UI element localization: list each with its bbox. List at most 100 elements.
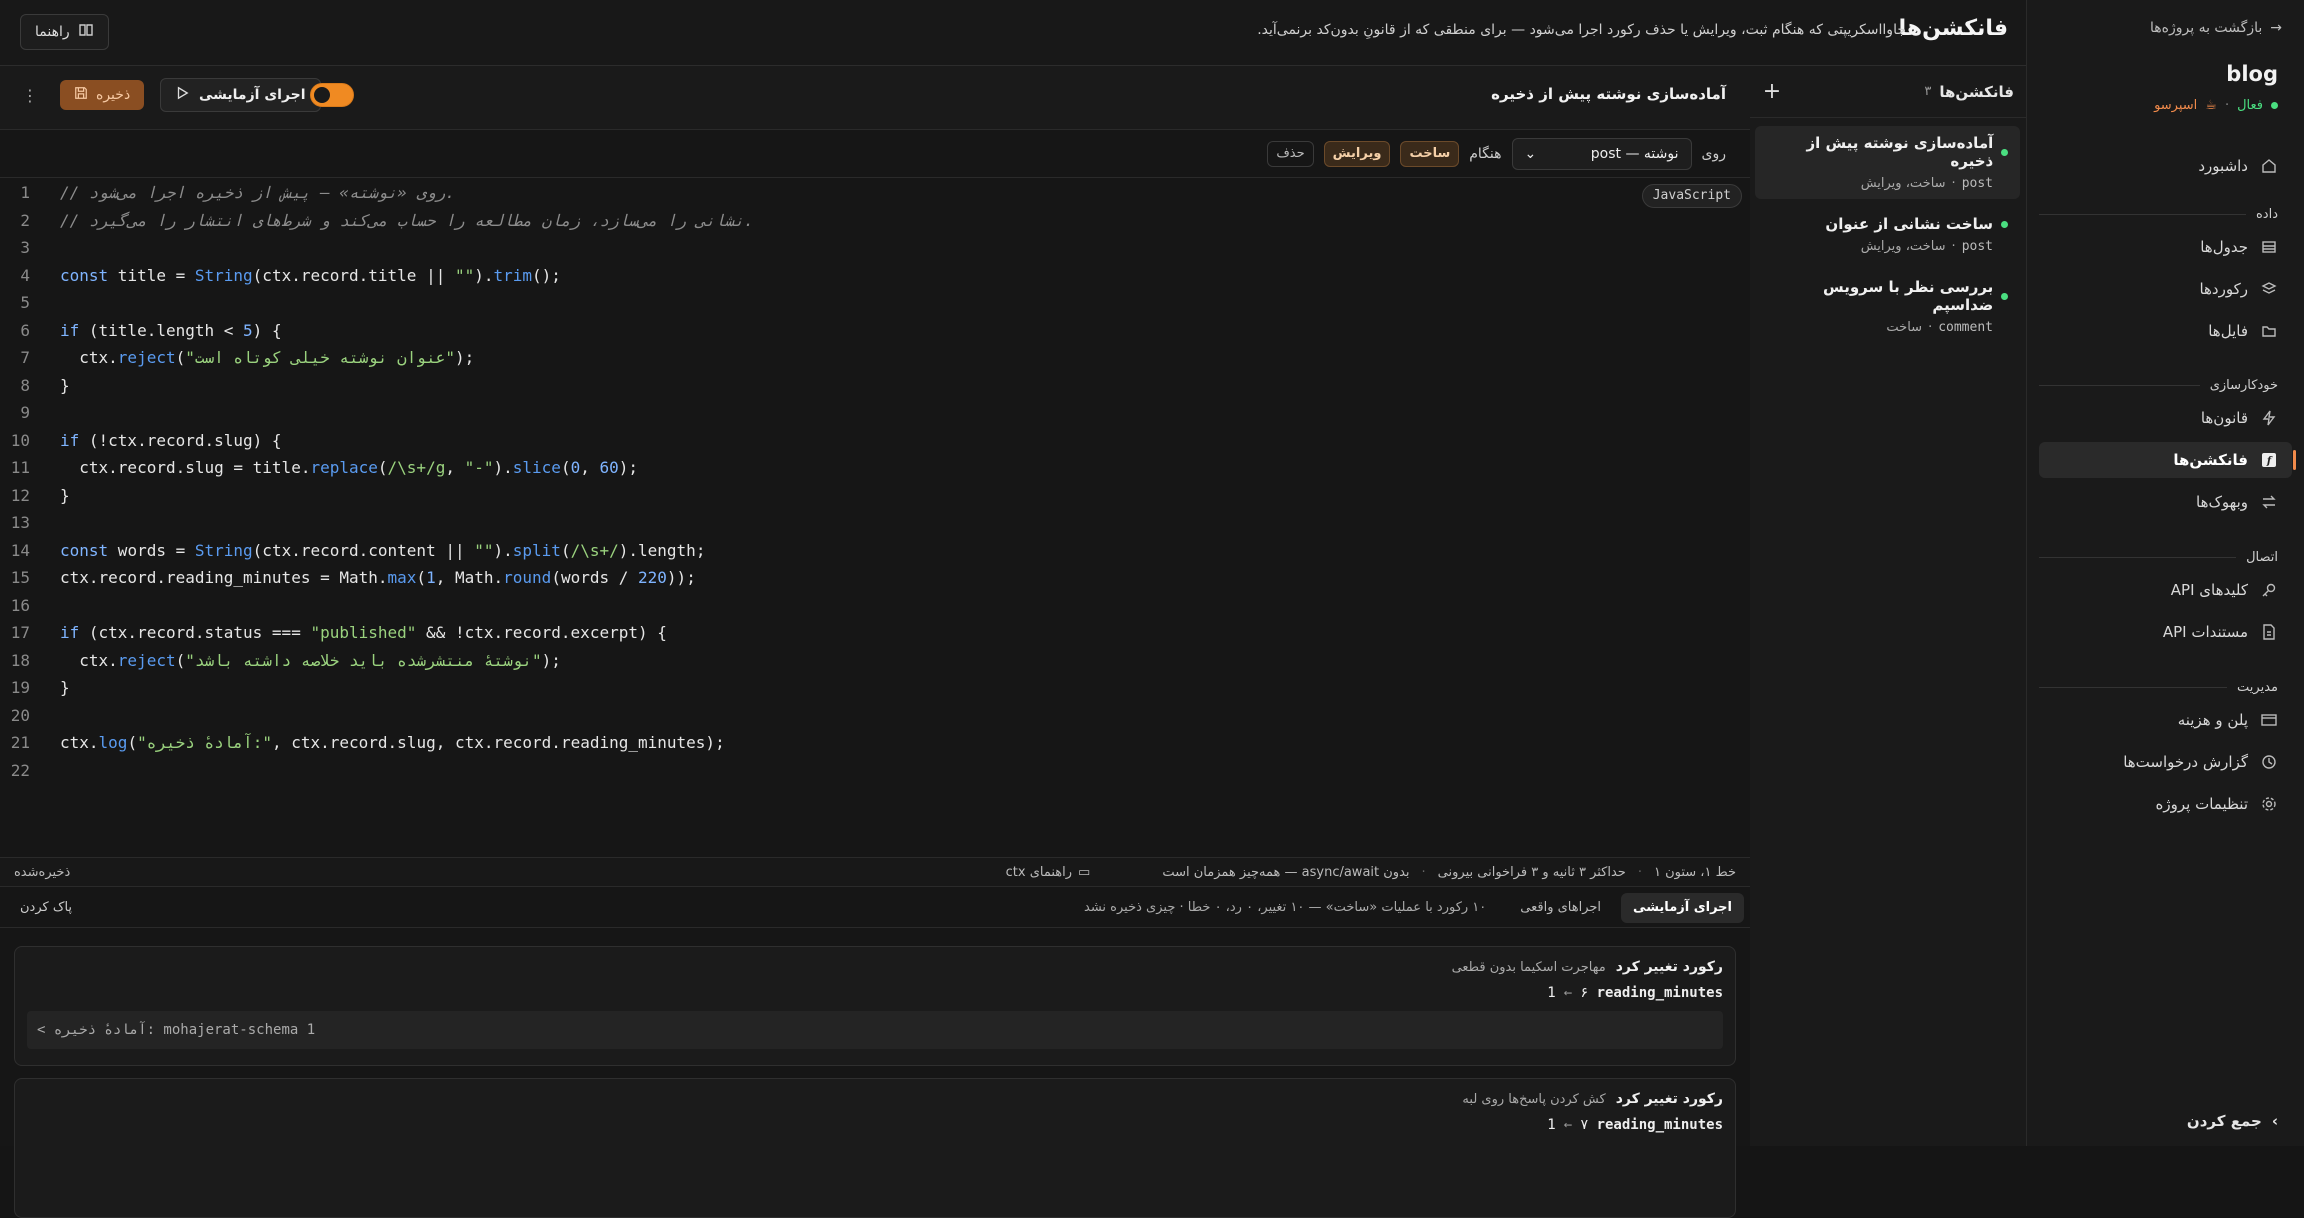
function-list-item[interactable]: آماده‌سازی نوشته پیش از ذخیره post·ساخت،… <box>1755 126 2020 199</box>
code-line[interactable]: 8} <box>0 372 70 400</box>
nav-data-group: داده جدول‌ها رکوردها فایل‌ها <box>2039 199 2292 349</box>
table-select[interactable]: نوشته — post⌄ <box>1512 138 1692 170</box>
card-icon <box>2260 711 2278 729</box>
book-icon: ▭ <box>1078 865 1090 880</box>
tab-test-run[interactable]: اجرای آزمایشی <box>1621 893 1744 923</box>
functions-count-badge: ۳ <box>1924 84 1931 99</box>
sidebar-item-label: جدول‌ها <box>2200 238 2248 256</box>
code-line[interactable]: 20 <box>0 702 60 730</box>
sidebar-item-project-settings[interactable]: تنظیمات پروژه <box>2039 786 2292 822</box>
code-line[interactable]: 10if (!ctx.record.slug) { <box>0 427 282 455</box>
add-function-button[interactable]: + <box>1761 79 1783 104</box>
event-delete-chip[interactable]: حذف <box>1267 141 1313 167</box>
sidebar-item-dashboard[interactable]: داشبورد <box>2039 148 2292 184</box>
code-line[interactable]: 12} <box>0 482 70 510</box>
event-edit-chip[interactable]: ویرایش <box>1324 141 1391 167</box>
code-line[interactable]: 4const title = String(ctx.record.title |… <box>0 262 561 290</box>
trigger-settings: روی نوشته — post⌄ هنگام ساخت ویرایش حذف <box>0 130 1750 178</box>
sidebar-item-records[interactable]: رکوردها <box>2039 271 2292 307</box>
line-number: 7 <box>0 344 42 372</box>
code-line[interactable]: 15ctx.record.reading_minutes = Math.max(… <box>0 564 696 592</box>
line-number: 4 <box>0 262 42 290</box>
bolt-icon <box>2260 409 2278 427</box>
sidebar-item-rules[interactable]: قانون‌ها <box>2039 400 2292 436</box>
guide-button[interactable]: راهنما <box>20 14 109 50</box>
sidebar-item-request-logs[interactable]: گزارش درخواست‌ها <box>2039 744 2292 780</box>
result-card-title: رکورد تغییر کرد <box>1616 959 1723 975</box>
code-editor[interactable]: JavaScript 1// روی «نوشته» — پیش از ذخیر… <box>0 179 1750 851</box>
sidebar: → بازگشت به پروژه‌ها blog فعال · ☕ اسپرس… <box>2026 0 2304 1146</box>
nav-section-heading: مدیریت <box>2039 672 2292 702</box>
results-tabs: اجرای آزمایشی اجراهای واقعی ۱۰ رکورد با … <box>0 888 1750 928</box>
code-line[interactable]: 18 ctx.reject("نوشتهٔ منتشرشده باید خلاص… <box>0 647 561 675</box>
result-card: رکورد تغییر کردمهاجرت اسکیما بدون قطعی 1… <box>14 946 1736 1066</box>
code-line[interactable]: 1// روی «نوشته» — پیش از ذخیره اجرا می‌ش… <box>0 179 455 207</box>
sidebar-item-functions[interactable]: fفانکشن‌ها <box>2039 442 2292 478</box>
line-number: 9 <box>0 399 42 427</box>
page-header: فانکشن‌ها جاوااسکریپتی که هنگام ثبت، ویر… <box>0 0 2026 66</box>
nav-admin-group: مدیریت پلن و هزینه گزارش درخواست‌ها تنظی… <box>2039 672 2292 822</box>
line-number: 17 <box>0 619 42 647</box>
code-line[interactable]: 17if (ctx.record.status === "published" … <box>0 619 667 647</box>
code-line[interactable]: 11 ctx.record.slug = title.replace(/\s+/… <box>0 454 638 482</box>
sidebar-item-api-keys[interactable]: کلیدهای API <box>2039 572 2292 608</box>
back-to-projects-link[interactable]: → بازگشت به پروژه‌ها <box>2150 20 2282 36</box>
more-menu-icon[interactable]: ⋮ <box>22 86 38 105</box>
arrows-icon <box>2260 493 2278 511</box>
editor-toolbar: آماده‌سازی نوشته پیش از ذخیره ⋮ ذخیره اج… <box>0 66 1750 130</box>
plan-label: اسپرسو <box>2154 98 2197 113</box>
code-line[interactable]: 13 <box>0 509 60 537</box>
field-change: 1←۶reading_minutes <box>15 975 1735 1001</box>
code-line[interactable]: 22 <box>0 757 60 785</box>
sidebar-item-api-docs[interactable]: مستندات API <box>2039 614 2292 650</box>
function-table: post <box>1962 176 1993 191</box>
line-number: 16 <box>0 592 42 620</box>
test-run-button[interactable]: اجرای آزمایشی <box>160 78 321 112</box>
line-number: 12 <box>0 482 42 510</box>
clear-results-button[interactable]: پاک کردن <box>6 900 72 915</box>
code-line[interactable]: 3 <box>0 234 60 262</box>
sidebar-item-label: قانون‌ها <box>2201 409 2248 427</box>
status-label: فعال <box>2237 98 2263 113</box>
code-line[interactable]: 9 <box>0 399 60 427</box>
save-button[interactable]: ذخیره <box>60 80 144 110</box>
line-number: 10 <box>0 427 42 455</box>
sidebar-item-billing[interactable]: پلن و هزینه <box>2039 702 2292 738</box>
nav-section-heading: داده <box>2039 199 2292 229</box>
code-line[interactable]: 19} <box>0 674 70 702</box>
project-status: فعال · ☕ اسپرسو <box>2154 98 2278 113</box>
saved-status: ذخیره‌شده <box>14 865 70 880</box>
code-line[interactable]: 14const words = String(ctx.record.conten… <box>0 537 705 565</box>
code-line[interactable]: 21ctx.log("آمادهٔ ذخیره:", ctx.record.sl… <box>0 729 725 757</box>
table-select-value: نوشته — post <box>1591 146 1679 162</box>
home-icon <box>2260 157 2278 175</box>
result-card-title: رکورد تغییر کرد <box>1616 1091 1723 1107</box>
sidebar-item-files[interactable]: فایل‌ها <box>2039 313 2292 349</box>
code-line[interactable]: 7 ctx.reject("عنوان نوشته خیلی کوتاه است… <box>0 344 474 372</box>
collapse-sidebar-button[interactable]: › جمع کردن <box>2187 1112 2278 1130</box>
enabled-toggle[interactable] <box>310 83 354 107</box>
line-number: 21 <box>0 729 42 757</box>
event-create-chip[interactable]: ساخت <box>1400 141 1459 167</box>
back-label: بازگشت به پروژه‌ها <box>2150 20 2262 36</box>
sidebar-item-webhooks[interactable]: وبهوک‌ها <box>2039 484 2292 520</box>
status-dot-icon <box>2001 293 2008 300</box>
line-number: 15 <box>0 564 42 592</box>
limits-info: حداکثر ۳ ثانیه و ۳ فراخوانی بیرونی <box>1438 865 1626 880</box>
function-list-item[interactable]: بررسی نظر با سرویس ضداسپم comment·ساخت <box>1755 270 2020 343</box>
tab-real-runs[interactable]: اجراهای واقعی <box>1508 893 1613 923</box>
code-line[interactable]: 2// نشانی را می‌سازد، زمان مطالعه را حسا… <box>0 207 754 235</box>
result-card: رکورد تغییر کردکش کردن پاسخ‌ها روی لبه 1… <box>14 1078 1736 1218</box>
function-list-item[interactable]: ساخت نشانی از عنوان post·ساخت، ویرایش <box>1755 207 2020 262</box>
code-line[interactable]: 5 <box>0 289 60 317</box>
code-line[interactable]: 16 <box>0 592 60 620</box>
sidebar-item-tables[interactable]: جدول‌ها <box>2039 229 2292 265</box>
nav-section-heading: خودکارسازی <box>2039 370 2292 400</box>
function-table: post <box>1962 239 1993 254</box>
line-number: 5 <box>0 289 42 317</box>
gear-icon <box>2260 795 2278 813</box>
result-record-name: کش کردن پاسخ‌ها روی لبه <box>1462 1092 1605 1107</box>
ctx-guide-link[interactable]: ▭راهنمای ctx <box>1006 865 1091 880</box>
code-line[interactable]: 6if (title.length < 5) { <box>0 317 282 345</box>
sidebar-item-label: فایل‌ها <box>2208 322 2248 340</box>
